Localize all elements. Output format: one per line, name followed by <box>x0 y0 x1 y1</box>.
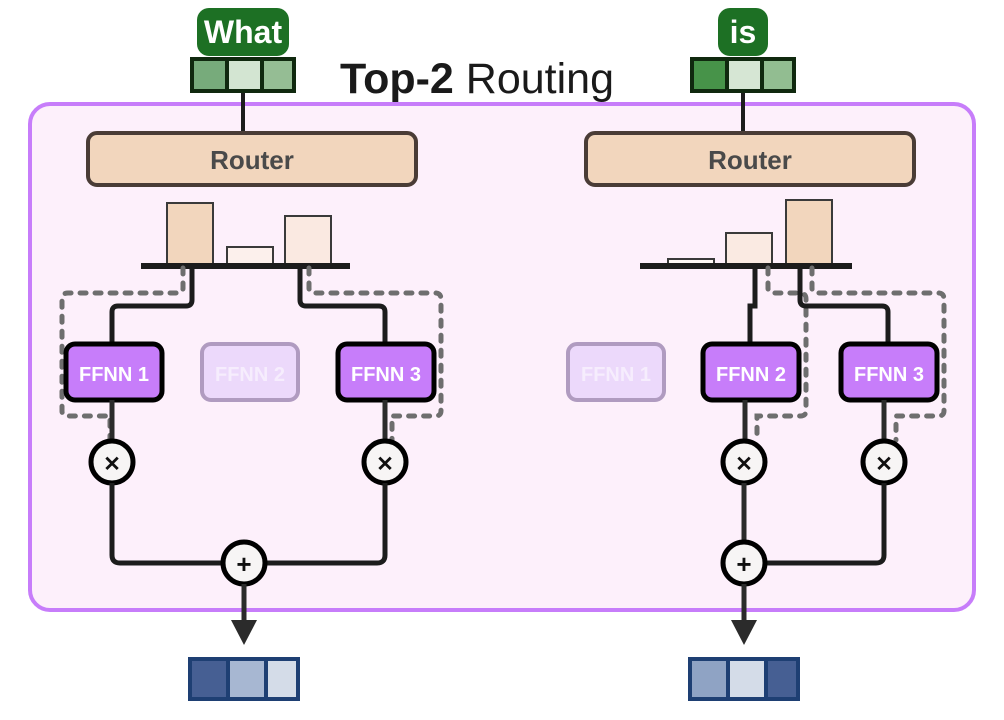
expert-label-right-3: FFNN 3 <box>854 364 924 386</box>
expert-label-left-1: FFNN 1 <box>79 364 149 386</box>
output-cell-left-0 <box>192 661 226 697</box>
token-embedding-left <box>190 57 296 93</box>
page-title-regular: Routing <box>466 55 614 103</box>
diagram-canvas: Top-2 Routing What Router FFNN 1 FFNN 2 … <box>0 0 1004 720</box>
expert-label-left-3: FFNN 3 <box>351 364 421 386</box>
expert-label-right-2: FFNN 2 <box>716 364 786 386</box>
output-cell-right-0 <box>692 661 726 697</box>
arrowhead-output-right <box>731 620 757 645</box>
output-cell-right-1 <box>730 661 764 697</box>
arrowhead-output-left <box>231 620 257 645</box>
bar-left-0 <box>166 202 214 267</box>
token-cell-right-1 <box>729 61 760 89</box>
token-badge-label-left: What <box>204 14 283 50</box>
token-cell-right-2 <box>764 61 792 89</box>
output-cell-left-1 <box>230 661 264 697</box>
token-cell-right-0 <box>694 61 725 89</box>
output-embedding-left <box>188 657 300 701</box>
multiply-symbol-right-2: ✕ <box>735 453 753 476</box>
router-label-left: Router <box>210 145 294 175</box>
multiply-symbol-left-1: ✕ <box>103 453 121 476</box>
router-label-right: Router <box>708 145 792 175</box>
multiply-symbol-left-3: ✕ <box>376 453 394 476</box>
page-title-bold: Top-2 <box>340 55 454 103</box>
add-symbol-right: + <box>736 549 751 579</box>
bar-left-2 <box>284 215 332 267</box>
token-badge-label-right: is <box>730 14 757 50</box>
expert-label-left-2: FFNN 2 <box>215 364 285 386</box>
token-cell-left-0 <box>194 61 225 89</box>
bar-right-1 <box>725 232 773 267</box>
expert-label-right-1: FFNN 1 <box>581 364 651 386</box>
output-cell-right-2 <box>768 661 796 697</box>
token-embedding-right <box>690 57 796 93</box>
moe-top2-routing-diagram: Top-2 Routing What Router FFNN 1 FFNN 2 … <box>28 8 976 701</box>
multiply-symbol-right-3: ✕ <box>875 453 893 476</box>
page-title: Top-2 Routing <box>340 55 614 103</box>
token-cell-left-2 <box>264 61 292 89</box>
output-embedding-right <box>688 657 800 701</box>
add-symbol-left: + <box>236 549 251 579</box>
bar-right-2 <box>785 199 833 267</box>
output-cell-left-2 <box>268 661 296 697</box>
token-cell-left-1 <box>229 61 260 89</box>
